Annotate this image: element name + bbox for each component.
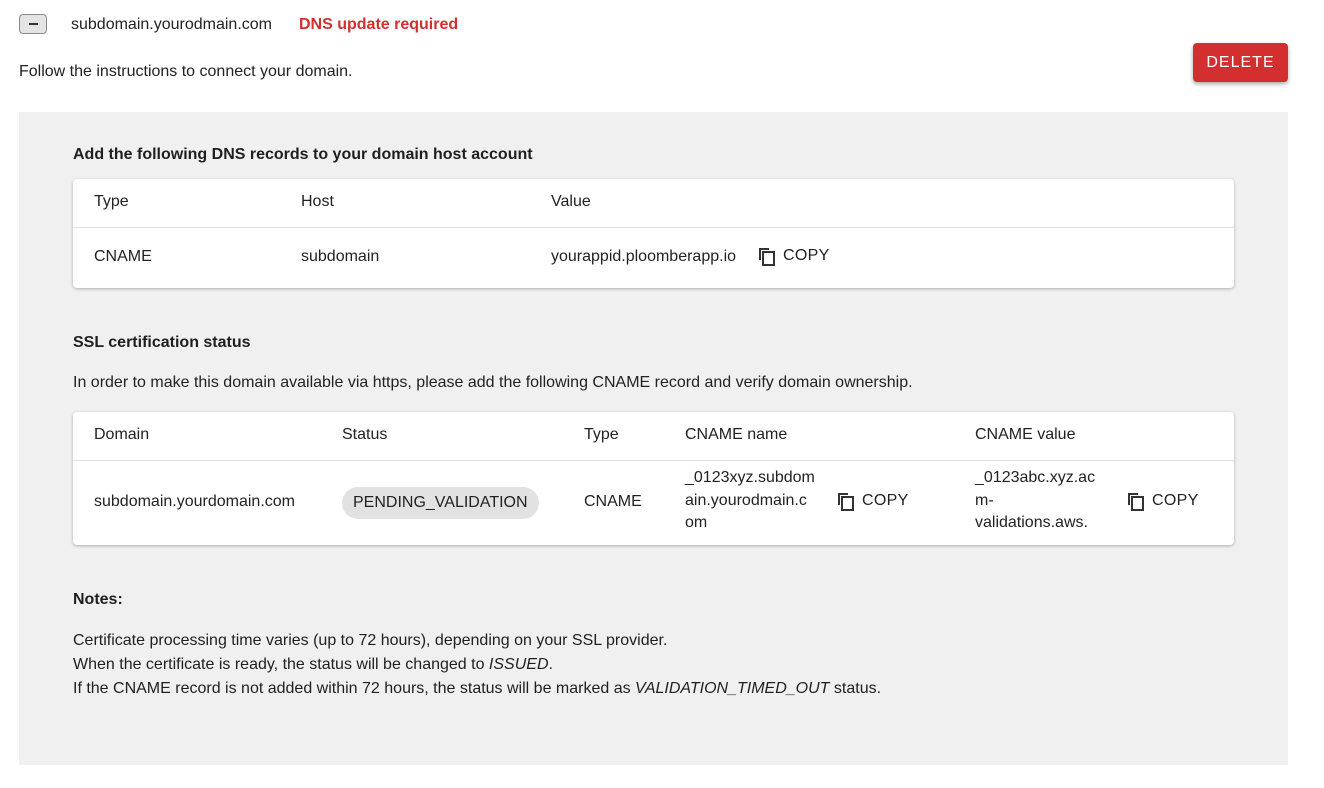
cname-name-line: ain.yourodmain.c [685, 491, 807, 509]
cname-value-line: m- [975, 491, 994, 509]
notes-text-span: When the certificate is ready, the statu… [73, 656, 489, 673]
dns-value-cell: yourappid.ploomberapp.io [551, 248, 737, 265]
domain-name: subdomain.yourodmain.com [71, 16, 272, 33]
column-header-status: Status [342, 426, 388, 443]
instructions-panel: Add the following DNS records to your do… [19, 112, 1288, 765]
table-divider [73, 460, 1234, 461]
copy-cname-value-button[interactable]: COPY [1128, 492, 1199, 511]
column-header-cname-name: CNAME name [685, 426, 788, 443]
column-header-value: Value [551, 193, 591, 210]
table-divider [73, 227, 1234, 228]
notes-line: If the CNAME record is not added within … [73, 677, 881, 701]
cname-value-cell: _0123abc.xyz.ac m- validations.aws. [975, 467, 1095, 535]
notes-line: Certificate processing time varies (up t… [73, 632, 668, 649]
ssl-domain-cell: subdomain.yourdomain.com [94, 493, 295, 510]
copy-label: COPY [862, 492, 909, 509]
copy-icon [1128, 493, 1144, 511]
cname-name-line: _0123xyz.subdom [685, 469, 815, 486]
copy-label: COPY [1152, 492, 1199, 509]
notes-text-span: . [548, 656, 553, 673]
status-badge: PENDING_VALIDATION [342, 487, 539, 519]
timed-out-status-text: VALIDATION_TIMED_OUT [635, 680, 830, 697]
copy-label: COPY [783, 247, 830, 264]
column-header-cname-value: CNAME value [975, 426, 1076, 443]
notes-text-span: status. [829, 680, 882, 697]
instructions-text: Follow the instructions to connect your … [19, 63, 353, 80]
copy-dns-value-button[interactable]: COPY [759, 247, 830, 266]
notes-line: When the certificate is ready, the statu… [73, 653, 881, 677]
dns-section-title: Add the following DNS records to your do… [73, 146, 533, 163]
copy-icon [759, 248, 775, 266]
collapse-button[interactable] [19, 14, 47, 34]
column-header-host: Host [301, 193, 334, 210]
cname-name-line: om [685, 514, 708, 531]
column-header-type: Type [94, 193, 129, 210]
issued-status-text: ISSUED [488, 656, 549, 673]
dns-status-label: DNS update required [299, 16, 459, 33]
cname-value-line: _0123abc.xyz.ac [975, 469, 1096, 486]
copy-cname-name-button[interactable]: COPY [838, 492, 909, 511]
dns-type-cell: CNAME [94, 248, 152, 265]
notes-title: Notes: [73, 591, 123, 608]
delete-button[interactable]: DELETE [1193, 43, 1288, 82]
dns-host-cell: subdomain [301, 248, 380, 265]
ssl-status-table: Domain Status Type CNAME name CNAME valu… [73, 412, 1234, 545]
notes-body: Certificate processing time varies (up t… [73, 629, 881, 701]
column-header-type: Type [584, 426, 619, 443]
column-header-domain: Domain [94, 426, 150, 443]
dns-records-table: Type Host Value CNAME subdomain yourappi… [73, 179, 1234, 288]
copy-icon [838, 493, 854, 511]
ssl-section-title: SSL certification status [73, 334, 251, 351]
notes-text-span: If the CNAME record is not added within … [73, 680, 636, 697]
ssl-description: In order to make this domain available v… [73, 374, 913, 391]
cname-value-line: validations.aws. [975, 514, 1088, 531]
minus-icon [29, 23, 38, 25]
cname-name-cell: _0123xyz.subdom ain.yourodmain.c om [685, 467, 815, 535]
ssl-type-cell: CNAME [584, 493, 642, 510]
